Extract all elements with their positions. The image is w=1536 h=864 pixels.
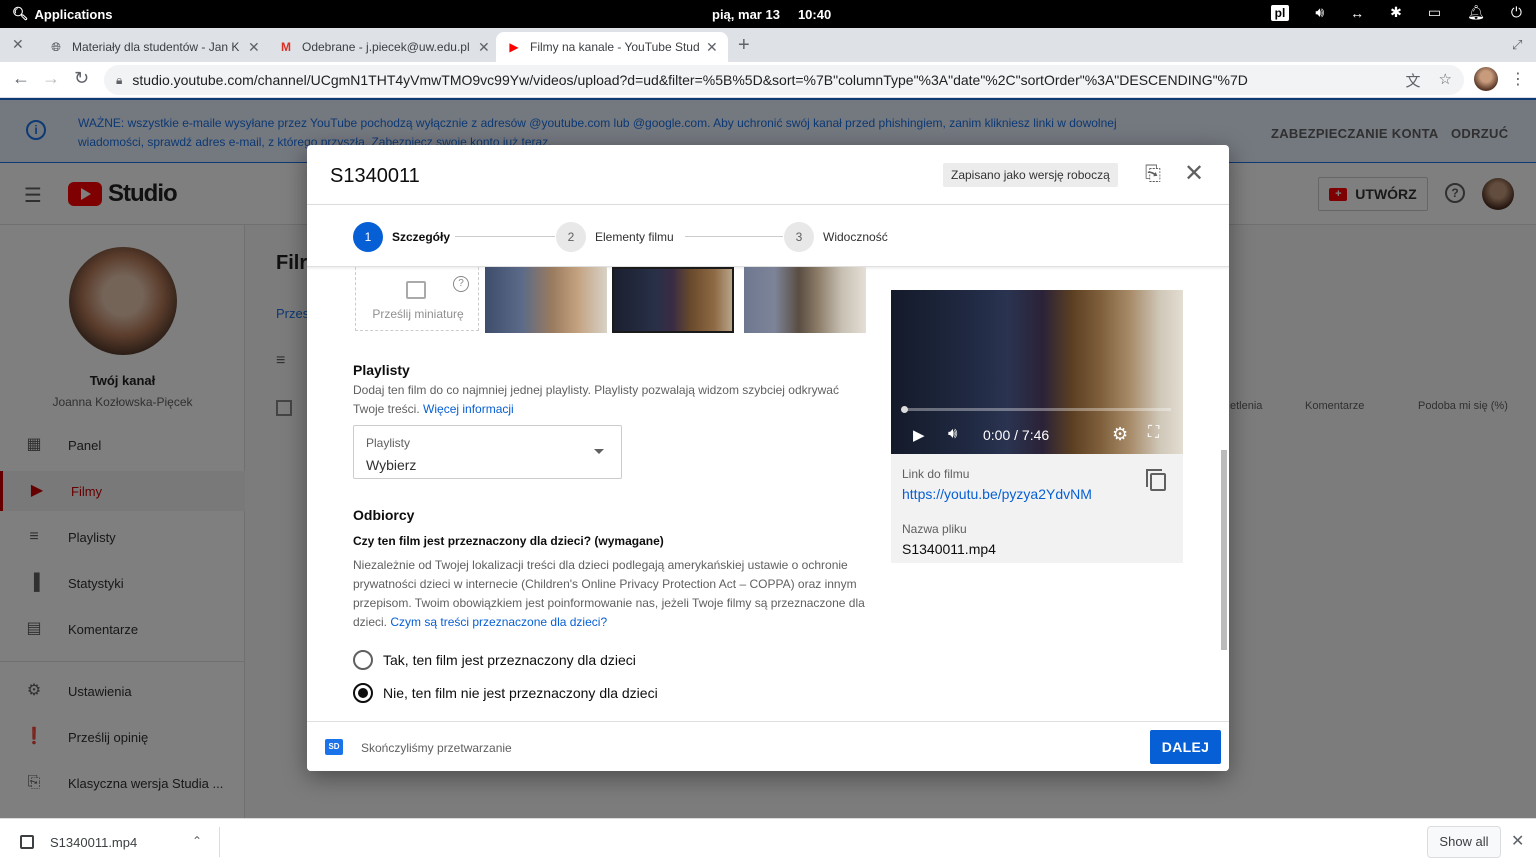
download-item[interactable]: S1340011.mp4 ⌃ [16,827,220,857]
fullscreen-icon[interactable]: ⛶ [1148,424,1159,442]
processing-status: Skończyliśmy przetwarzanie [361,741,512,755]
step-1-indicator[interactable]: 1 [353,222,383,252]
filename-label: Nazwa pliku [902,522,967,536]
power-icon[interactable]: ⏻ [1511,4,1522,21]
profile-avatar[interactable] [1474,67,1498,91]
step-2-indicator[interactable]: 2 [556,222,586,252]
back-icon[interactable]: ← [12,68,30,89]
translate-icon[interactable]: 文 [1406,70,1421,91]
radio-button[interactable] [353,650,373,670]
playlist-select[interactable]: Playlisty Wybierz [353,425,622,479]
upload-stepper: 1 Szczegóły 2 Elementy filmu 3 Widocznoś… [307,205,1229,267]
tab-materials[interactable]: 🌐︎ Materiały dla studentów - Jan K ✕ [38,32,270,62]
forward-icon[interactable]: → [42,68,60,89]
show-all-button[interactable]: Show all [1427,826,1501,858]
chevron-up-icon[interactable]: ⌃ [192,834,202,848]
made-for-kids-link[interactable]: Czym są treści przeznaczone dla dzieci? [390,615,607,629]
next-button[interactable]: DALEJ [1150,730,1221,764]
browser-menu-icon[interactable]: ⋮ [1510,69,1526,89]
thumbnail-option-2[interactable] [612,267,734,333]
battery-icon[interactable]: ▭ [1428,4,1441,21]
video-link[interactable]: https://youtu.be/pyzya2YdvNM [902,486,1092,502]
file-icon [20,835,34,849]
globe-icon: 🌐︎ [51,39,61,54]
radio-not-made-for-kids[interactable]: Nie, ten film nie jest przeznaczony dla … [353,683,658,703]
audience-description: Niezależnie od Twojej lokalizacji treści… [353,558,865,629]
close-window-icon[interactable]: ✕ [12,36,24,53]
video-time: 0:00 / 7:46 [983,427,1050,443]
draft-status-badge: Zapisano jako wersję roboczą [943,163,1118,187]
step-1-label[interactable]: Szczegóły [392,230,450,244]
notification-icon[interactable]: 🔔︎ [1467,4,1485,21]
network-icon[interactable]: ↔ [1350,5,1364,21]
gmail-icon: M [281,40,291,54]
dialog-body: ? Prześlij miniaturę Playlisty Dodaj ten… [307,267,1229,721]
system-tray: pl 🔊︎ ↔ ✱ ▭ 🔔︎ ⏻ [1270,4,1522,21]
playlists-heading: Playlisty [353,362,410,378]
keyboard-layout-indicator[interactable]: pl [1270,4,1290,21]
playlists-description: Dodaj ten film do co najmniej jednej pla… [353,383,839,416]
applications-menu[interactable]: 🔍︎ Applications [12,6,113,22]
upload-dialog: S1340011 Zapisano jako wersję roboczą ⎘ … [307,145,1229,771]
download-bar: S1340011.mp4 ⌃ Show all ✕ [0,818,1536,864]
volume-icon[interactable]: 🔊︎ [948,425,957,442]
close-icon[interactable]: ✕ [1184,159,1204,188]
address-bar[interactable]: 🔒︎ studio.youtube.com/channel/UCgmN1THT4… [104,65,1464,95]
search-icon: 🔍︎ [12,6,29,21]
thumbnail-option-3[interactable] [744,267,866,333]
audience-question: Czy ten film jest przeznaczony dla dziec… [353,534,664,548]
new-tab-icon[interactable]: + [738,34,750,57]
clock[interactable]: pią, mar 13 10:40 [712,7,831,22]
step-3-indicator[interactable]: 3 [784,222,814,252]
play-icon[interactable]: ▶ [913,426,925,444]
dialog-scrollbar[interactable] [1221,450,1227,650]
sd-quality-icon: SD [325,739,343,755]
tab-youtube-studio[interactable]: ▶ Filmy na kanale - YouTube Studi ✕ [496,32,728,62]
help-icon[interactable]: ? [453,276,469,292]
thumbnail-option-1[interactable] [485,267,607,333]
bookmark-star-icon[interactable]: ☆ [1439,70,1452,91]
step-3-label[interactable]: Widoczność [823,230,888,244]
radio-made-for-kids[interactable]: Tak, ten film jest przeznaczony dla dzie… [353,650,636,670]
dialog-title: S1340011 [330,165,420,187]
copy-icon[interactable] [1146,469,1166,491]
settings-icon[interactable]: ⚙ [1112,424,1128,445]
dialog-footer: SD Skończyliśmy przetwarzanie DALEJ [307,721,1229,771]
tab-gmail[interactable]: M Odebrane - j.piecek@uw.edu.pl ✕ [268,32,500,62]
youtube-icon: ▶ [509,40,519,54]
tab-close-icon[interactable]: ✕ [706,39,718,56]
step-connector [455,236,555,237]
browser-tab-bar: ✕ 🌐︎ Materiały dla studentów - Jan K ✕ M… [0,28,1536,62]
radio-button-checked[interactable] [353,683,373,703]
audience-heading: Odbiorcy [353,507,415,523]
step-2-label[interactable]: Elementy filmu [595,230,674,244]
reload-icon[interactable]: ↻ [74,68,89,89]
step-connector [685,236,783,237]
tab-close-icon[interactable]: ✕ [478,39,490,56]
lock-icon[interactable]: 🔒︎ [116,73,122,88]
browser-toolbar: ← → ↻ 🔒︎ studio.youtube.com/channel/UCgm… [0,62,1536,98]
more-info-link[interactable]: Więcej informacji [423,402,514,416]
video-player[interactable]: ▶ 🔊︎ 0:00 / 7:46 ⚙ ⛶ [891,290,1183,454]
volume-icon[interactable]: 🔊︎ [1315,4,1324,21]
video-preview-card: ▶ 🔊︎ 0:00 / 7:46 ⚙ ⛶ Link do filmu https… [891,290,1183,563]
upload-thumbnail-button[interactable]: ? Prześlij miniaturę [355,267,479,331]
restore-window-icon[interactable]: ⤢ [1512,37,1522,53]
tab-close-icon[interactable]: ✕ [248,39,260,56]
bluetooth-icon[interactable]: ✱ [1390,4,1402,21]
system-top-bar: 🔍︎ Applications pią, mar 13 10:40 pl 🔊︎ … [0,0,1536,28]
feedback-icon[interactable]: ⎘ [1145,163,1161,186]
filename-value: S1340011.mp4 [902,541,996,557]
dialog-header: S1340011 Zapisano jako wersję roboczą ⎘ … [307,145,1229,205]
video-progress-bar[interactable] [901,406,1171,413]
video-link-label: Link do filmu [902,467,970,481]
chevron-down-icon [594,449,604,454]
close-icon[interactable]: ✕ [1511,831,1524,851]
add-image-icon [406,281,426,299]
